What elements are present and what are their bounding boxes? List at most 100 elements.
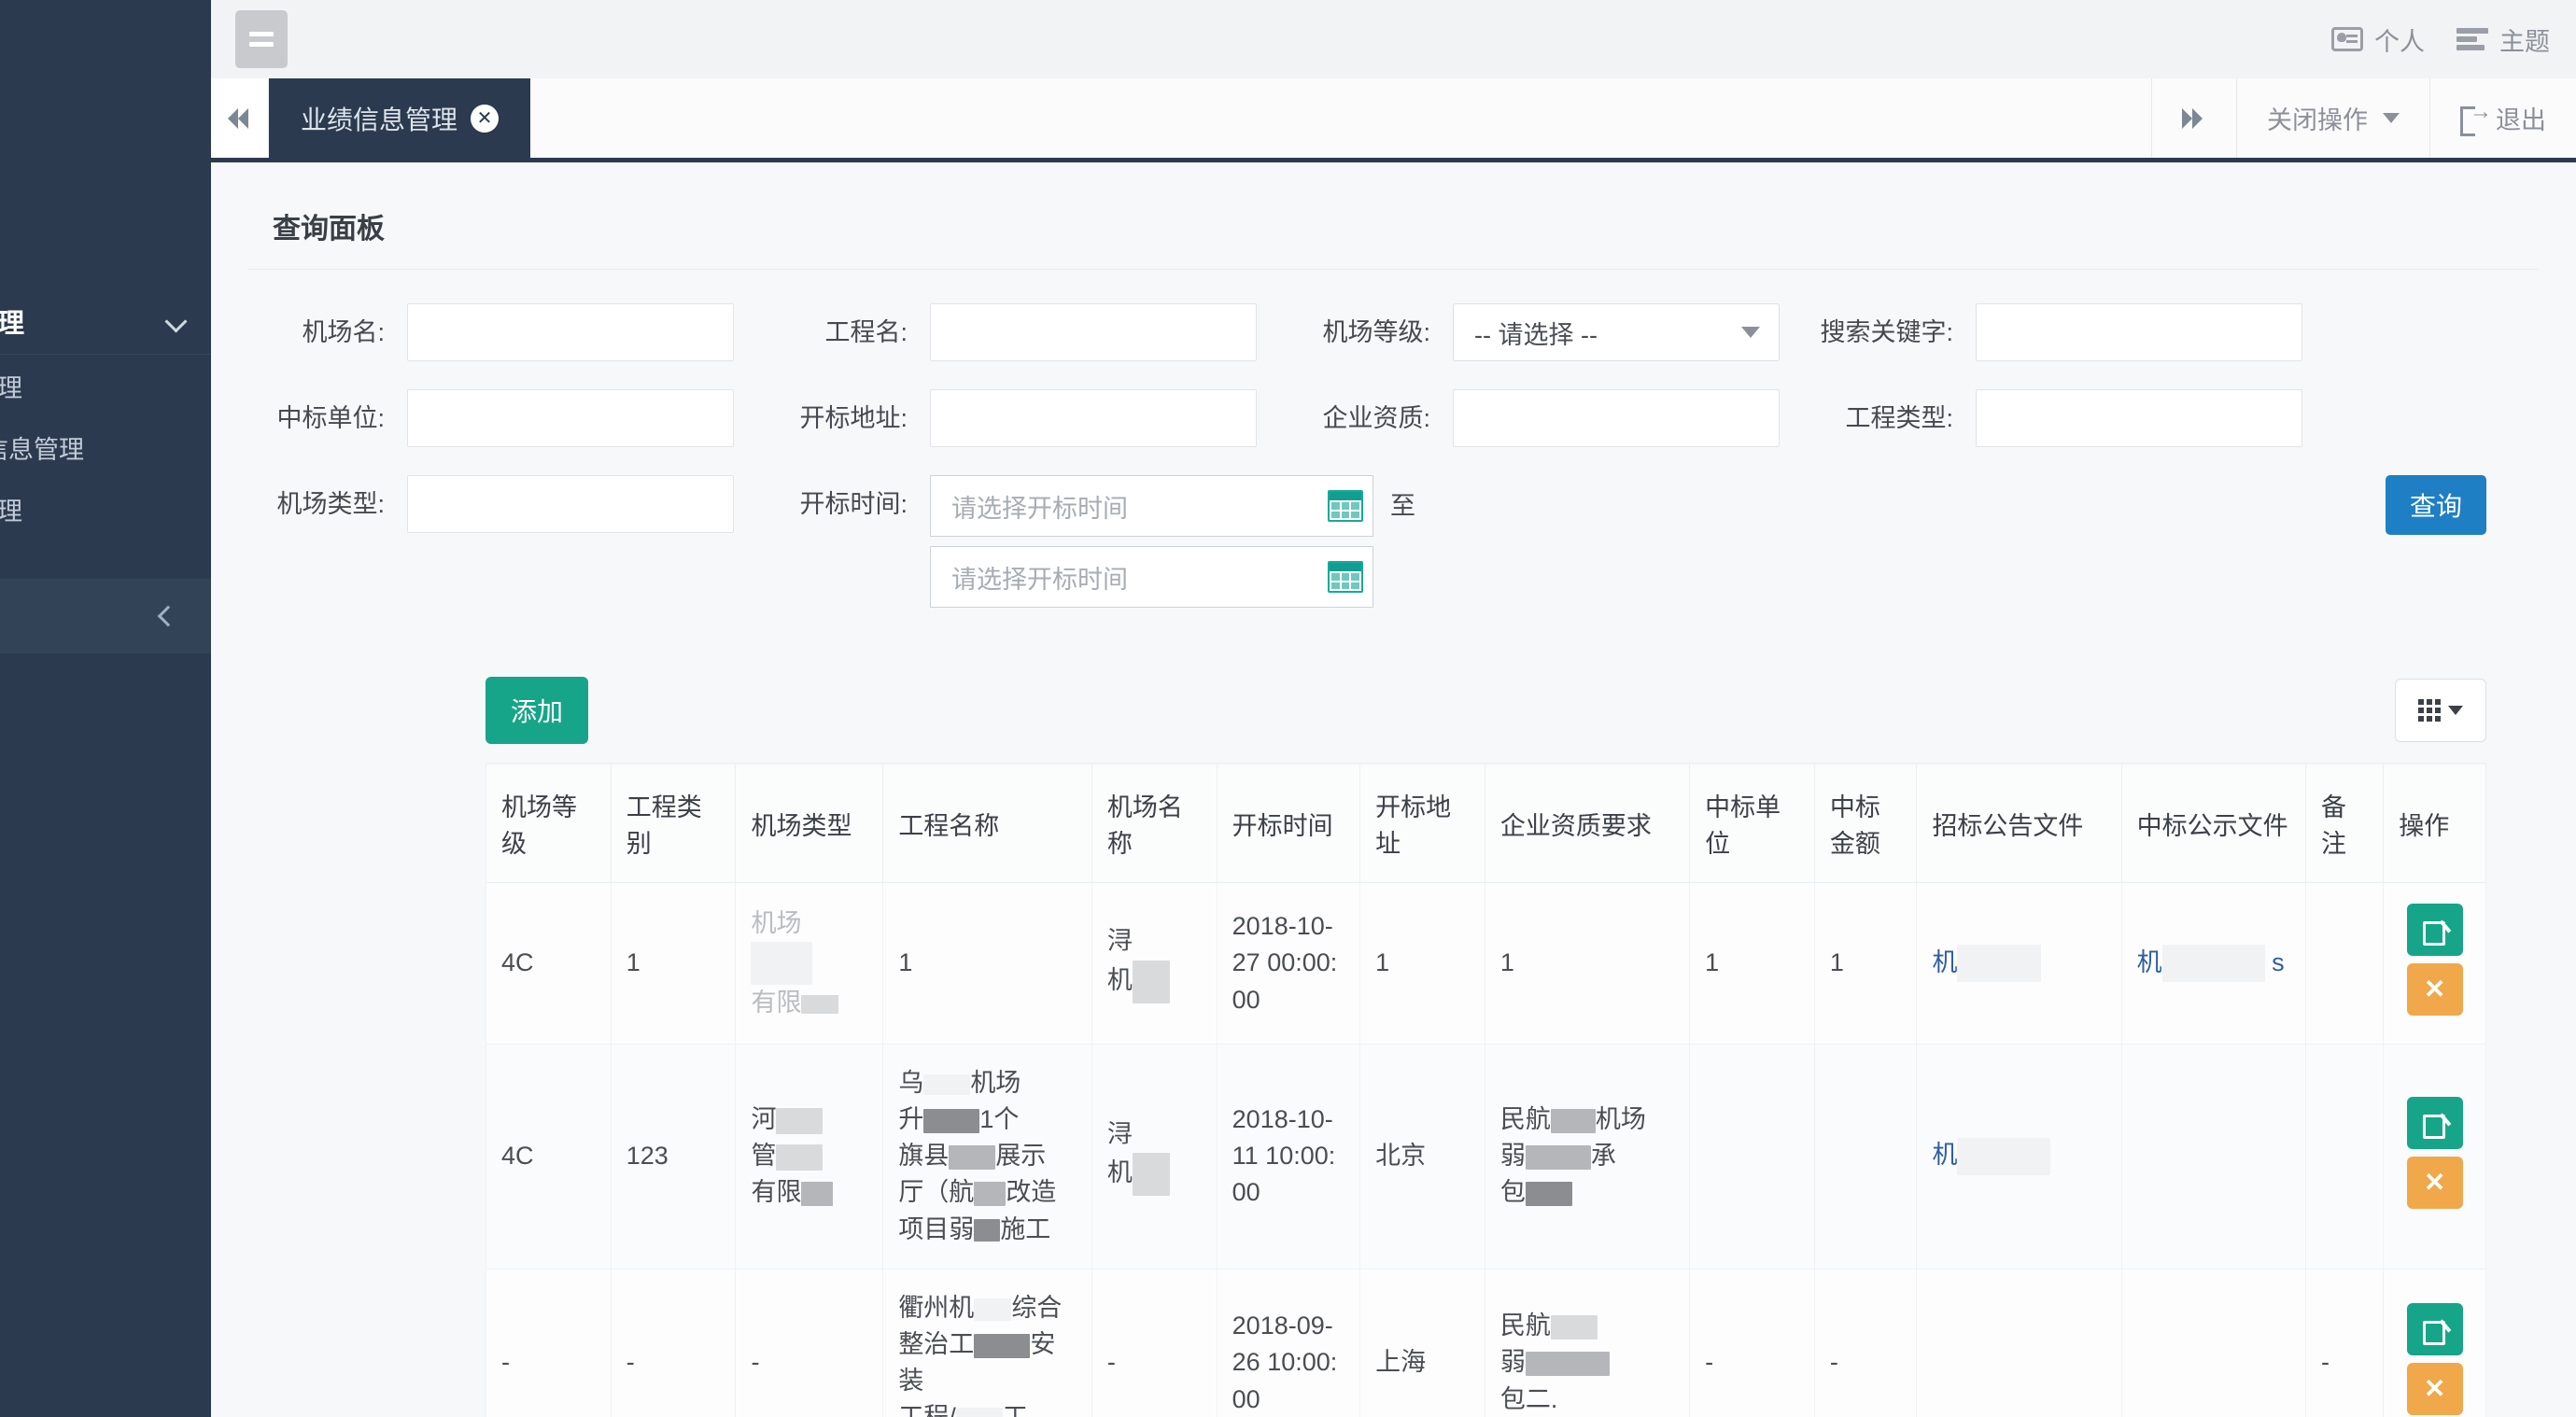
close-icon: ✕ (2423, 1373, 2446, 1403)
calendar-icon[interactable] (1328, 561, 1363, 593)
profile-label: 个人 (2374, 27, 2425, 56)
col-airport-level[interactable]: 机场等级 (486, 763, 612, 883)
caret-down-icon (2448, 706, 2463, 715)
cell-winning-amount: 1 (1813, 882, 1918, 1045)
cell-winning-amount (1813, 1044, 1918, 1270)
col-winning-unit[interactable]: 中标单位 (1689, 763, 1815, 883)
cell-bid-address: 上海 (1359, 1268, 1485, 1417)
data-table-body: 4C 1 机场 有限 1 浔机 2018-10-27 00:00:00 1 1 … (486, 882, 2486, 1417)
field-label: 开标地址: (799, 404, 908, 432)
tab-scroll-right-button[interactable] (2151, 78, 2236, 158)
content-area: 查询面板 机场名: 工程名: 机场等级: -- 请选择 -- 搜索关键字: 中标… (211, 162, 2576, 1417)
pencil-icon (2422, 918, 2447, 946)
tab-performance-info-management[interactable]: 业绩信息管理 ✕ (269, 78, 531, 158)
cell-award-file[interactable] (2120, 1268, 2306, 1417)
col-tender-file[interactable]: 招标公告文件 (1916, 763, 2122, 883)
edit-button[interactable] (2406, 904, 2463, 956)
cell-remark: - (2304, 1268, 2385, 1417)
close-icon[interactable]: ✕ (471, 104, 500, 133)
cell-award-file[interactable] (2120, 1044, 2306, 1270)
table-toolbar: 添加 (211, 652, 2576, 763)
table-row[interactable]: - - - 衢州机综合 整治工安装 工程/工 - 2018-09-26 10:0… (486, 1268, 2486, 1417)
cell-tender-file[interactable] (1916, 1268, 2122, 1417)
cell-bid-time: 2018-10-11 10:00:00 (1216, 1044, 1361, 1270)
tab-scroll-left-button[interactable] (211, 78, 269, 158)
sidebar-item-management[interactable]: 管理 (0, 355, 211, 416)
cell-winning-unit (1689, 1044, 1815, 1270)
col-project-name[interactable]: 工程名称 (882, 763, 1092, 883)
airport-name-input[interactable] (407, 303, 734, 361)
col-bid-time[interactable]: 开标时间 (1216, 763, 1361, 883)
theme-button[interactable]: 主题 (2456, 21, 2550, 58)
col-project-category[interactable]: 工程类别 (610, 763, 737, 883)
project-type-input[interactable] (1976, 389, 2302, 447)
bid-time-start-input[interactable]: 请选择开标时间 (930, 475, 1373, 537)
bid-time-end-input[interactable]: 请选择开标时间 (930, 546, 1373, 608)
cell-airport-type: 机场 有限 (735, 882, 884, 1045)
logout-label: 退出 (2496, 106, 2546, 134)
cell-airport-type: 河 管 有限 (735, 1044, 884, 1270)
col-qualification[interactable]: 企业资质要求 (1484, 763, 1691, 883)
cell-airport-name: - (1091, 1268, 1218, 1417)
cell-actions: ✕ (2383, 882, 2486, 1045)
sidebar-item-info-management[interactable]: 信息管理 (0, 416, 211, 478)
cell-airport-level: 4C (486, 882, 612, 1045)
bid-address-input[interactable] (930, 389, 1257, 447)
add-button[interactable]: 添加 (486, 677, 588, 744)
close-operations-dropdown[interactable]: 关闭操作 (2236, 78, 2429, 158)
cell-bid-time: 2018-09-26 10:00:00 (1216, 1268, 1361, 1417)
airport-level-select[interactable]: -- 请选择 -- (1453, 303, 1780, 361)
calendar-icon[interactable] (1328, 490, 1363, 522)
table-header-row: 机场等级 工程类别 机场类型 工程名称 机场名称 开标时间 开标地址 企业资质要… (486, 763, 2486, 883)
field-project-name: 工程名: (734, 303, 1257, 361)
tab-bar-spacer (530, 78, 2151, 158)
table-row[interactable]: 4C 123 河 管 有限 乌机场 升 1个 旗县 展示 厅（航 改造 项目弱 … (486, 1044, 2486, 1270)
bid-time-start-placeholder: 请选择开标时间 (951, 494, 1128, 523)
cell-actions: ✕ (2383, 1268, 2486, 1417)
search-keyword-input[interactable] (1976, 303, 2302, 361)
col-airport-type[interactable]: 机场类型 (735, 763, 884, 883)
list-icon (2456, 28, 2488, 50)
cell-bid-address: 北京 (1359, 1044, 1485, 1270)
col-remark[interactable]: 备注 (2304, 763, 2385, 883)
col-winning-amount[interactable]: 中标金额 (1813, 763, 1918, 883)
col-airport-name[interactable]: 机场名称 (1091, 763, 1218, 883)
field-label: 工程类型: (1845, 404, 1953, 432)
winning-unit-input[interactable] (407, 389, 734, 447)
cell-project-name: 1 (882, 882, 1092, 1045)
profile-button[interactable]: 个人 (2331, 21, 2425, 58)
cell-tender-file[interactable]: 机 (1916, 1044, 2122, 1270)
table-row[interactable]: 4C 1 机场 有限 1 浔机 2018-10-27 00:00:00 1 1 … (486, 882, 2486, 1045)
grid-icon (2418, 699, 2441, 722)
sidebar-item-management-2[interactable]: 管理 (0, 478, 211, 540)
cell-award-file[interactable]: 机 s (2120, 882, 2306, 1045)
delete-button[interactable]: ✕ (2406, 963, 2463, 1016)
field-airport-name: 机场名: (211, 303, 734, 361)
hamburger-icon[interactable] (235, 10, 288, 68)
delete-button[interactable]: ✕ (2406, 1156, 2463, 1209)
cell-airport-type: - (735, 1268, 884, 1417)
sidebar-group-management[interactable]: 管理 (0, 288, 211, 355)
column-chooser-button[interactable] (2395, 679, 2486, 742)
project-name-input[interactable] (930, 303, 1257, 361)
chevron-down-icon (1741, 327, 1760, 338)
query-button[interactable]: 查询 (2386, 475, 2486, 535)
col-actions[interactable]: 操作 (2383, 763, 2486, 883)
sidebar-collapse-button[interactable] (0, 579, 211, 653)
edit-button[interactable] (2406, 1302, 2463, 1355)
col-award-file[interactable]: 中标公示文件 (2120, 763, 2306, 883)
cell-tender-file[interactable]: 机 (1916, 882, 2122, 1045)
cell-winning-unit: - (1689, 1268, 1815, 1417)
field-label: 机场名: (302, 318, 385, 346)
query-form: 机场名: 工程名: 机场等级: -- 请选择 -- 搜索关键字: 中标单位: 开… (211, 270, 2576, 652)
enterprise-qualification-input[interactable] (1453, 389, 1780, 447)
cell-qualification: 民航 弱 包二. (1484, 1268, 1691, 1417)
pencil-icon (2422, 1111, 2447, 1139)
cell-project-category: - (610, 1268, 737, 1417)
edit-button[interactable] (2406, 1096, 2463, 1149)
cell-winning-unit: 1 (1689, 882, 1815, 1045)
airport-type-input[interactable] (407, 475, 734, 533)
col-bid-address[interactable]: 开标地址 (1359, 763, 1485, 883)
logout-button[interactable]: 退出 (2429, 78, 2576, 158)
delete-button[interactable]: ✕ (2406, 1362, 2463, 1415)
